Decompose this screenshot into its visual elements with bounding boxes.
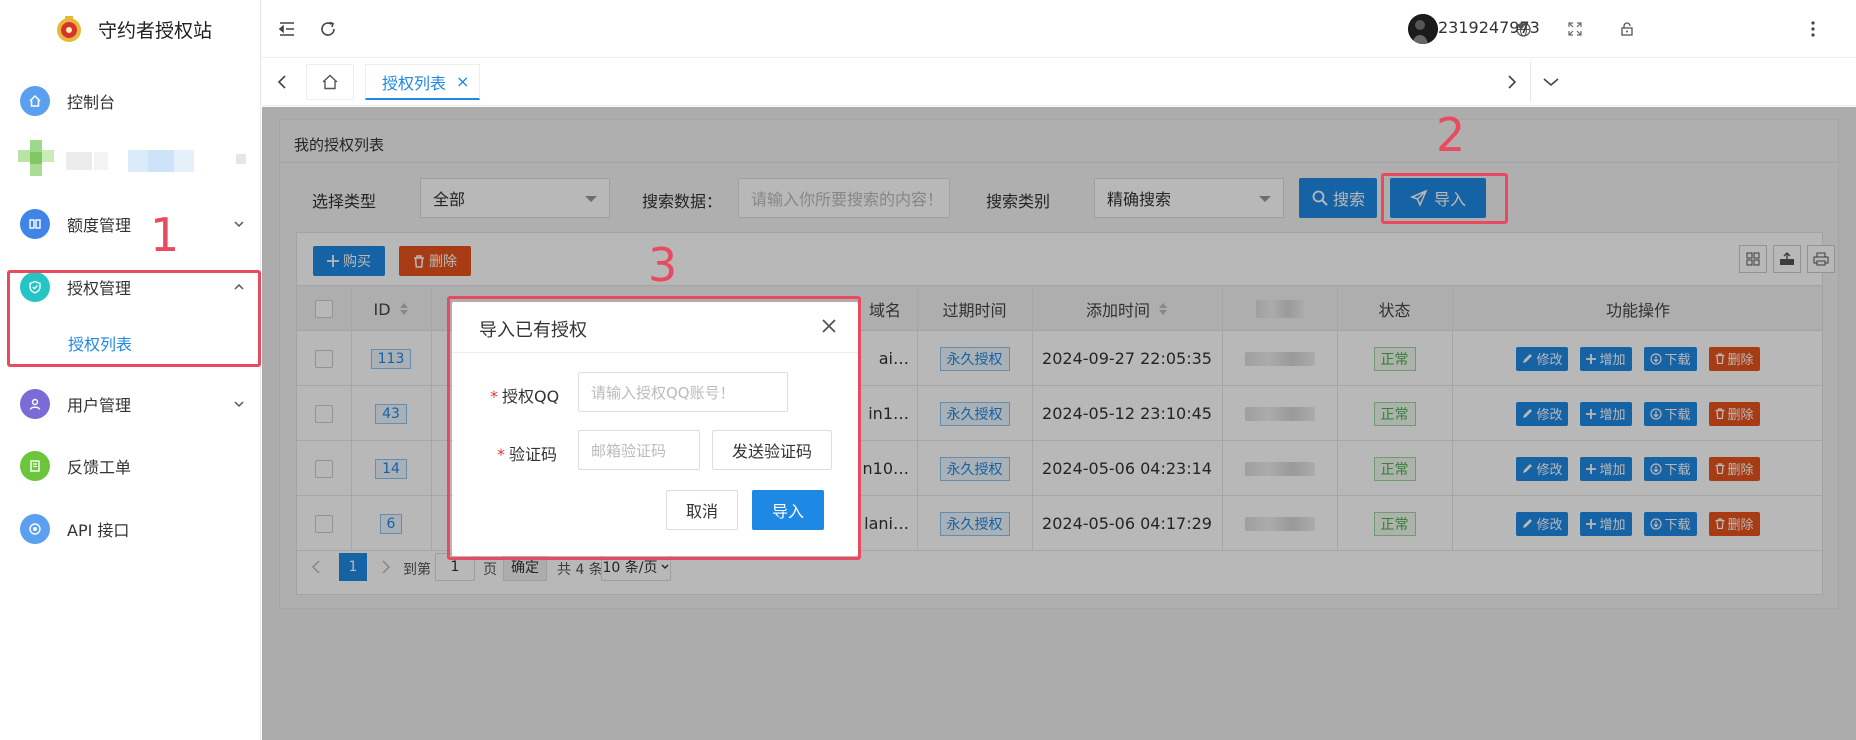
tab-bar: 授权列表 × <box>262 58 1856 106</box>
more-vertical-icon[interactable] <box>1802 18 1824 40</box>
sidebar-item-label: 反馈工单 <box>67 458 132 477</box>
ticket-icon <box>20 451 50 481</box>
tab-auth-list[interactable]: 授权列表 × <box>365 64 480 100</box>
sidebar-item-users[interactable]: 用户管理 <box>0 381 261 427</box>
sidebar-item-feedback[interactable]: 反馈工单 <box>0 443 261 489</box>
tab-home[interactable] <box>306 64 354 100</box>
annotation-number-3: 3 <box>648 238 678 292</box>
sidebar-item-label: 额度管理 <box>67 216 132 235</box>
home-icon <box>20 86 50 116</box>
sidebar-item-label: API 接口 <box>67 521 130 540</box>
app-title: 守约者授权站 <box>98 19 213 42</box>
collapse-menu-icon[interactable] <box>276 18 298 40</box>
caret-down-icon[interactable] <box>1516 24 1526 32</box>
annotation-box-1 <box>7 270 261 367</box>
sidebar-item-api[interactable]: API 接口 <box>0 506 261 552</box>
user-icon <box>20 389 50 419</box>
lock-icon[interactable] <box>1616 18 1638 40</box>
sidebar-item-label: 控制台 <box>67 93 116 112</box>
tab-label: 授权列表 <box>382 73 447 93</box>
sidebar-item-dashboard[interactable]: 控制台 <box>0 78 261 124</box>
app-logo: 守约者授权站 <box>54 14 212 44</box>
avatar[interactable] <box>1408 14 1438 44</box>
fullscreen-icon[interactable] <box>1564 18 1586 40</box>
tab-scroll-right-icon[interactable] <box>1502 72 1522 92</box>
tab-menu-icon[interactable] <box>1530 62 1570 102</box>
chevron-down-icon <box>234 401 244 408</box>
blurred-menu-item <box>18 140 248 188</box>
annotation-box-3 <box>447 296 861 560</box>
annotation-number-1: 1 <box>150 208 180 262</box>
logo-icon <box>54 14 84 44</box>
sidebar-item-quota[interactable]: 额度管理 <box>0 201 261 247</box>
annotation-box-2 <box>1381 173 1508 224</box>
top-header: 2319247973 <box>262 0 1856 58</box>
tab-scroll-left-icon[interactable] <box>272 72 292 92</box>
chevron-down-icon <box>234 221 244 228</box>
api-icon <box>20 514 50 544</box>
refresh-icon[interactable] <box>317 18 339 40</box>
sidebar-item-label: 用户管理 <box>67 396 132 415</box>
close-icon[interactable]: × <box>456 72 469 91</box>
sidebar: 守约者授权站 控制台 额度管理 授权管理 授权列表 用户管理 反馈工单 API … <box>0 0 261 740</box>
annotation-number-2: 2 <box>1436 108 1466 162</box>
quota-icon <box>20 209 50 239</box>
home-icon <box>322 74 338 90</box>
